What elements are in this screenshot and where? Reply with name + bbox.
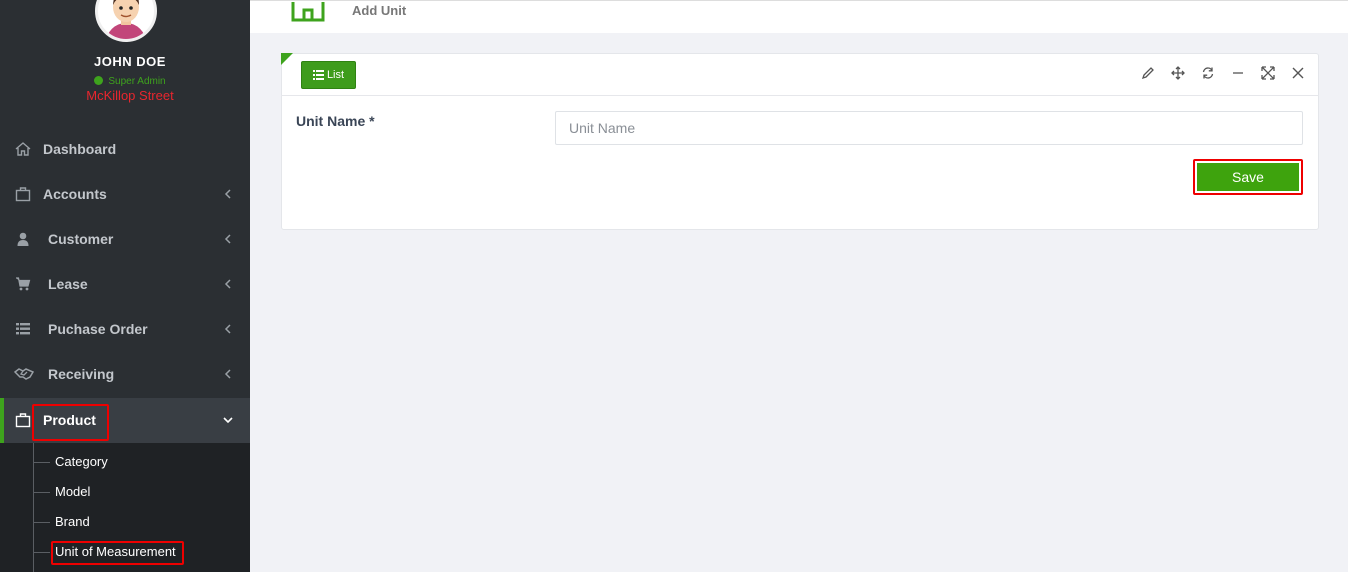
- top-bar: [250, 0, 1348, 33]
- submenu-tick: [34, 492, 50, 493]
- sidebar-item-lease[interactable]: Lease: [0, 262, 250, 307]
- cart-icon: [16, 277, 31, 291]
- submenu-tick: [34, 462, 50, 463]
- unit-name-input[interactable]: [555, 111, 1303, 145]
- sidebar-item-receiving[interactable]: Receiving: [0, 352, 250, 397]
- sidebar-item-label: Puchase Order: [48, 321, 148, 337]
- online-status-icon: [94, 76, 104, 85]
- briefcase-icon: [15, 413, 31, 428]
- user-icon: [17, 232, 29, 246]
- handshake-icon: [14, 368, 34, 380]
- home-icon: [15, 142, 31, 156]
- pencil-icon[interactable]: [1141, 66, 1155, 80]
- list-button-label: List: [326, 69, 345, 81]
- submenu-item-brand[interactable]: Brand: [55, 514, 90, 529]
- user-location: McKillop Street: [86, 88, 174, 103]
- page-title: Add Unit: [352, 3, 407, 18]
- unit-name-label: Unit Name *: [296, 113, 375, 129]
- chevron-left-icon: [224, 324, 231, 334]
- sidebar-item-purchase-order[interactable]: Puchase Order: [0, 307, 250, 352]
- user-name: JOHN DOE: [94, 54, 166, 69]
- panel-corner-accent: [281, 53, 293, 65]
- close-icon[interactable]: [1291, 66, 1305, 80]
- list-icon: [16, 323, 30, 335]
- submenu-item-model[interactable]: Model: [55, 484, 90, 499]
- sidebar-item-label: Accounts: [43, 186, 107, 202]
- chevron-left-icon: [224, 189, 231, 199]
- briefcase-icon: [15, 187, 31, 202]
- user-role: Super Admin: [0, 76, 260, 87]
- sidebar-item-label: Dashboard: [43, 141, 117, 157]
- product-highlight: [32, 404, 109, 441]
- refresh-icon[interactable]: [1201, 66, 1215, 80]
- minimize-icon[interactable]: [1231, 66, 1245, 80]
- submenu-tick: [34, 522, 50, 523]
- sidebar-item-dashboard[interactable]: Dashboard: [0, 127, 250, 172]
- sidebar-item-label: Receiving: [48, 366, 115, 382]
- chevron-left-icon: [224, 234, 231, 244]
- building-icon: [291, 2, 325, 22]
- submenu-tick: [34, 552, 50, 553]
- chevron-left-icon: [224, 369, 231, 379]
- chevron-down-icon: [223, 417, 233, 424]
- sidebar-item-accounts[interactable]: Accounts: [0, 172, 250, 217]
- list-button[interactable]: List: [301, 61, 356, 89]
- sidebar-item-customer[interactable]: Customer: [0, 217, 250, 262]
- submenu-item-category[interactable]: Category: [55, 454, 108, 469]
- expand-icon[interactable]: [1261, 66, 1275, 80]
- save-button[interactable]: Save: [1197, 163, 1299, 191]
- chevron-left-icon: [224, 279, 231, 289]
- move-icon[interactable]: [1171, 66, 1185, 80]
- user-role-label: Super Admin: [108, 76, 166, 87]
- sidebar-item-label: Lease: [48, 276, 88, 292]
- panel-header-divider: [281, 95, 1319, 96]
- avatar-image: [106, 0, 146, 39]
- sidebar-item-label: Customer: [48, 231, 114, 247]
- unit-of-measurement-highlight: [51, 541, 184, 565]
- list-icon: [312, 70, 324, 80]
- save-highlight: Save: [1193, 159, 1303, 195]
